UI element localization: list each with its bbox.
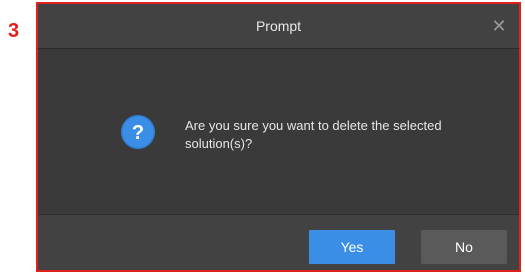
dialog-footer: Yes No <box>38 214 519 270</box>
question-icon: ? <box>121 115 155 149</box>
prompt-dialog: Prompt ✕ ? Are you sure you want to dele… <box>36 2 521 272</box>
yes-button[interactable]: Yes <box>309 230 395 264</box>
dialog-body: ? Are you sure you want to delete the se… <box>38 49 519 214</box>
svg-text:?: ? <box>132 122 144 144</box>
dialog-title: Prompt <box>255 18 302 34</box>
no-button[interactable]: No <box>421 230 507 264</box>
dialog-message: Are you sure you want to delete the sele… <box>185 118 442 151</box>
step-number-label: 3 <box>8 20 20 42</box>
dialog-titlebar: Prompt ✕ <box>38 4 519 49</box>
close-icon[interactable]: ✕ <box>489 16 509 36</box>
